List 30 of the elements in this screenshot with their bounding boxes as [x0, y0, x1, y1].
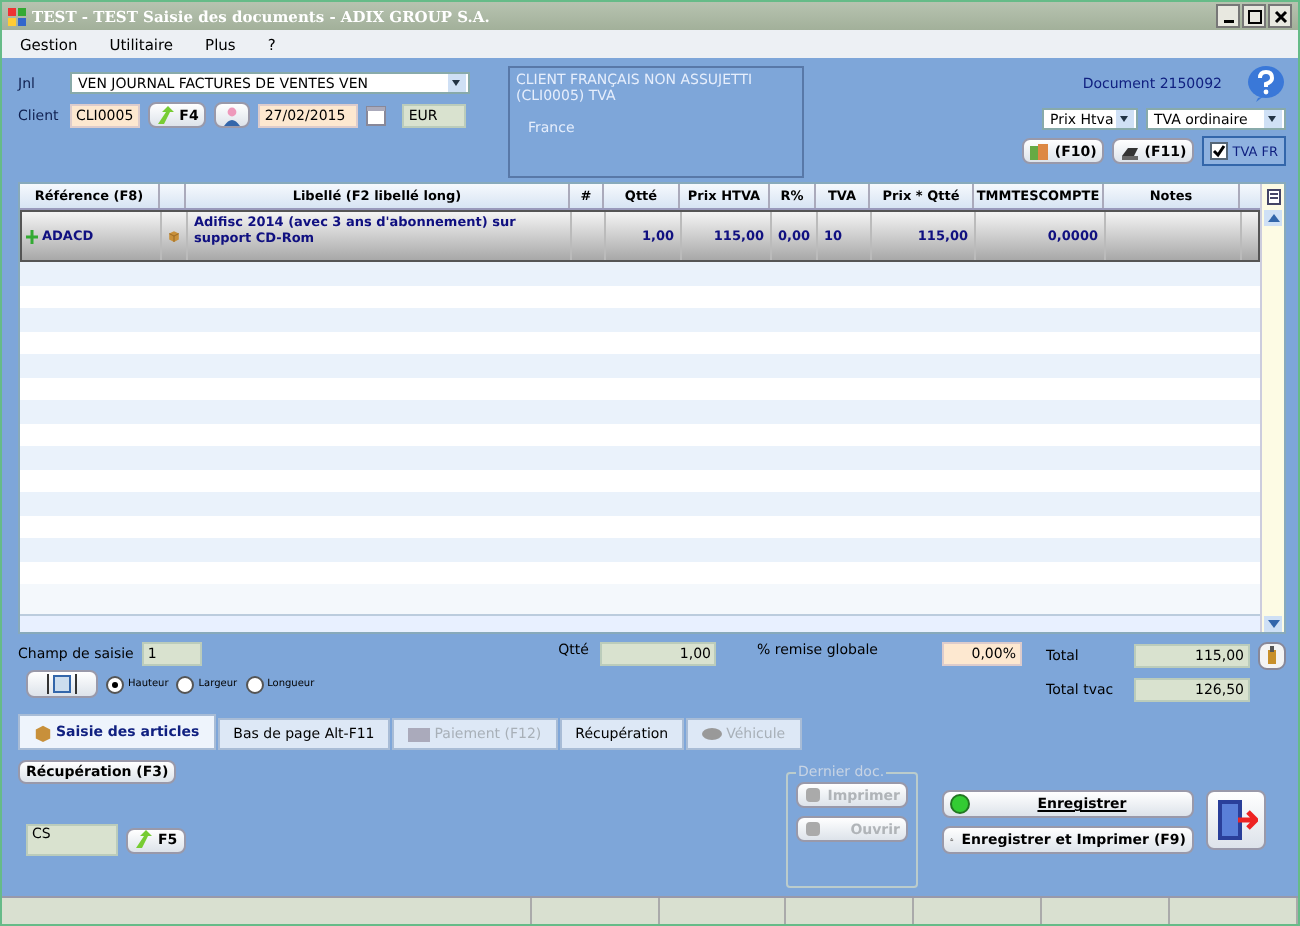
- books-icon: [1030, 141, 1051, 161]
- box-icon: [168, 226, 180, 246]
- person-button[interactable]: [214, 102, 251, 128]
- dimension-button[interactable]: [26, 670, 98, 698]
- page-icon[interactable]: [1265, 188, 1281, 206]
- maximize-icon: [1247, 9, 1261, 23]
- help-icon[interactable]: [1246, 66, 1286, 102]
- scroll-up-button[interactable]: [1264, 210, 1282, 226]
- maximize-button[interactable]: [1242, 4, 1266, 28]
- horizontal-scrollbar[interactable]: [20, 614, 1260, 632]
- minimize-button[interactable]: [1216, 4, 1240, 28]
- down-arrow-icon: [1267, 620, 1279, 628]
- scroll-down-button[interactable]: [1264, 616, 1282, 632]
- vertical-scrollbar[interactable]: [1260, 184, 1284, 632]
- person-icon: [222, 105, 243, 125]
- exit-button[interactable]: [1206, 790, 1266, 850]
- calendar-icon[interactable]: [366, 104, 387, 126]
- check-icon: [1212, 144, 1227, 158]
- arrow-icon: [155, 105, 176, 125]
- dimension-icon: [44, 674, 80, 694]
- card-icon: [408, 727, 431, 741]
- app-icon: [8, 7, 26, 25]
- plus-icon[interactable]: [26, 229, 38, 243]
- close-icon: [1273, 9, 1287, 23]
- up-arrow-icon: [1267, 214, 1279, 222]
- arrow-icon: [134, 830, 154, 850]
- box-icon: [34, 723, 52, 741]
- status-light-icon: [950, 794, 970, 814]
- close-button[interactable]: [1268, 4, 1292, 28]
- exit-door-icon: [1214, 796, 1258, 844]
